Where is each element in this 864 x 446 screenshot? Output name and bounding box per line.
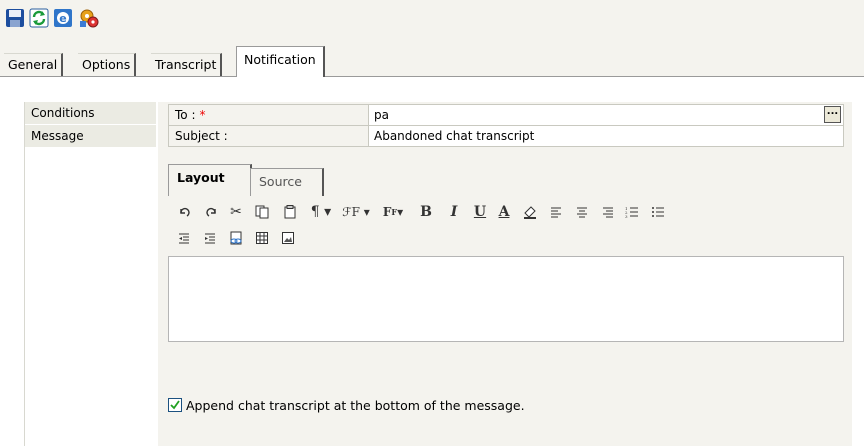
italic-icon[interactable]: I [444, 202, 464, 222]
tab-transcript[interactable]: Transcript [151, 53, 223, 76]
refresh-icon[interactable] [28, 6, 50, 30]
toolbar: e [0, 0, 864, 40]
cut-icon[interactable]: ✂ [226, 202, 246, 222]
to-row: To : * pa ... [168, 104, 844, 126]
editor-tabs: Layout Source [168, 164, 844, 196]
message-body-editor[interactable] [168, 256, 844, 342]
settings-icon[interactable] [78, 6, 100, 30]
subject-field[interactable]: Abandoned chat transcript [374, 126, 534, 146]
bold-icon[interactable]: B [416, 202, 436, 222]
indent-icon[interactable] [200, 228, 220, 248]
underline-icon[interactable]: U [470, 202, 490, 222]
svg-text:3: 3 [625, 214, 628, 218]
font-color-icon[interactable]: A [494, 202, 514, 222]
subject-label: Subject : [169, 126, 369, 146]
link-icon[interactable] [226, 228, 246, 248]
copy-icon[interactable] [252, 202, 272, 222]
tab-options[interactable]: Options [78, 53, 137, 76]
sidebar-item-conditions[interactable]: Conditions [25, 102, 156, 125]
outdent-icon[interactable] [174, 228, 194, 248]
align-center-icon[interactable] [572, 202, 592, 222]
format-toolbar: ✂ ¶ ▾ ℱF ▾ FF ▾ B I U A 123 [168, 198, 844, 254]
append-transcript-option[interactable]: Append chat transcript at the bottom of … [168, 394, 588, 416]
align-left-icon[interactable] [546, 202, 566, 222]
tab-general[interactable]: General [4, 53, 64, 76]
tab-notification[interactable]: Notification [236, 46, 325, 77]
table-icon[interactable] [252, 228, 272, 248]
tab-source[interactable]: Source [250, 168, 324, 196]
append-transcript-checkbox[interactable] [168, 398, 182, 412]
message-editor-panel: To : * pa ... Subject : Abandoned chat tr… [158, 102, 852, 446]
sidebar-item-message[interactable]: Message [25, 125, 156, 148]
paragraph-icon[interactable]: ¶ ▾ [306, 202, 336, 222]
sidebar: Conditions Message [24, 102, 156, 446]
tab-layout[interactable]: Layout [168, 164, 252, 196]
undo-icon[interactable] [174, 202, 194, 222]
redo-icon[interactable] [202, 202, 222, 222]
svg-text:e: e [59, 12, 66, 25]
highlight-icon[interactable] [520, 202, 540, 222]
append-transcript-label[interactable]: Append chat transcript at the bottom of … [186, 398, 525, 413]
align-right-icon[interactable] [598, 202, 618, 222]
browser-icon[interactable]: e [52, 6, 74, 30]
tab-strip: General Options Transcript Notification [0, 40, 864, 78]
save-icon[interactable] [4, 6, 26, 30]
unordered-list-icon[interactable] [648, 202, 668, 222]
font-family-icon[interactable]: ℱF ▾ [338, 202, 374, 222]
font-size-icon[interactable]: FF ▾ [376, 202, 410, 222]
image-icon[interactable] [278, 228, 298, 248]
to-label: To : * [169, 105, 369, 125]
required-marker: * [199, 108, 206, 122]
browse-recipients-button[interactable]: ... [824, 106, 841, 123]
subject-row: Subject : Abandoned chat transcript [168, 125, 844, 147]
to-label-text: To : [175, 108, 196, 122]
paste-icon[interactable] [280, 202, 300, 222]
ordered-list-icon[interactable]: 123 [622, 202, 642, 222]
to-field[interactable]: pa [374, 105, 389, 125]
